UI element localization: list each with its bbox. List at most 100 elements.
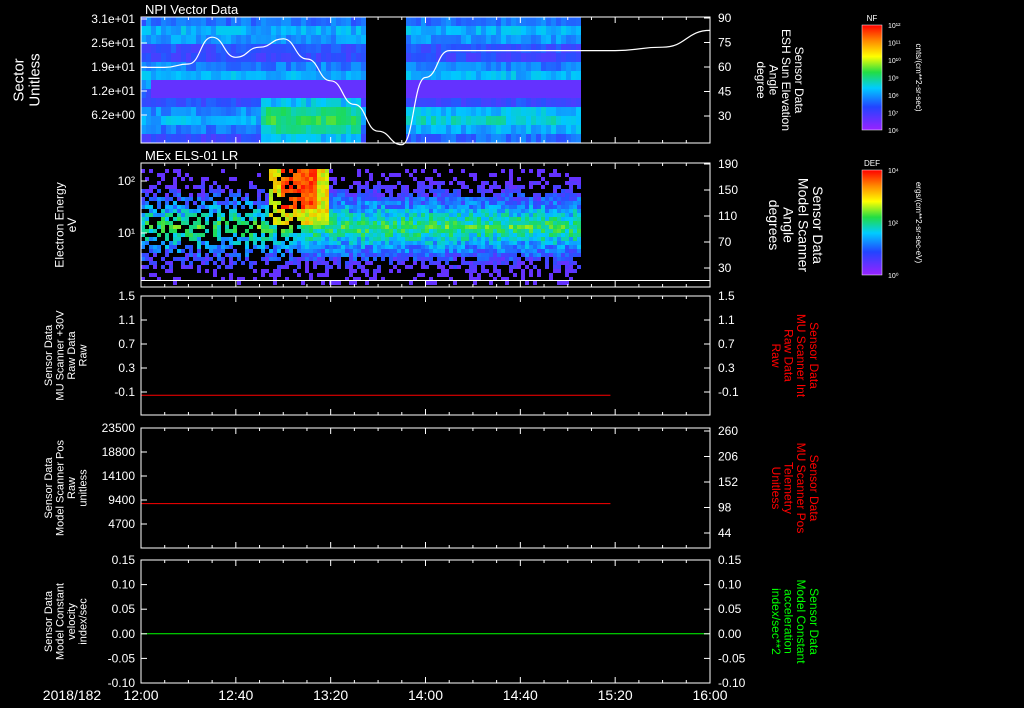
heat-cell (171, 80, 176, 90)
heat-cell (553, 185, 557, 189)
heat-cell (277, 249, 281, 253)
heat-cell (176, 44, 181, 54)
heat-cell (405, 265, 409, 269)
heat-cell (213, 205, 217, 209)
heat-cell (409, 245, 413, 249)
heat-cell (511, 89, 516, 99)
heat-cell (333, 193, 337, 197)
heat-cell (521, 35, 526, 45)
heat-cell (281, 62, 286, 72)
heat-cell (457, 221, 461, 225)
heat-cell (265, 225, 269, 229)
heat-cell (329, 229, 333, 233)
heat-cell (549, 201, 553, 205)
heat-cell (525, 249, 529, 253)
heat-cell (569, 257, 573, 261)
heat-cell (201, 98, 206, 108)
heat-cell (549, 273, 553, 277)
colorbar-tick-label: 10⁸ (888, 93, 899, 100)
heat-cell (305, 169, 309, 173)
heat-cell (537, 245, 541, 249)
heat-cell (433, 213, 437, 217)
heat-cell (271, 98, 276, 108)
heat-cell (209, 197, 213, 201)
heat-cell (451, 107, 456, 117)
heat-cell (321, 89, 326, 99)
heat-cell (181, 62, 186, 72)
heat-cell (369, 173, 373, 177)
heat-cell (316, 35, 321, 45)
heat-cell (353, 253, 357, 257)
heat-cell (401, 245, 405, 249)
heat-cell (471, 17, 476, 27)
heat-cell (465, 225, 469, 229)
heat-cell (331, 134, 336, 144)
heat-cell (536, 53, 541, 63)
heat-cell (321, 237, 325, 241)
heat-cell (277, 265, 281, 269)
heat-cell (431, 116, 436, 126)
heat-cell (556, 107, 561, 117)
heat-cell (426, 89, 431, 99)
heat-cell (196, 134, 201, 144)
heat-cell (565, 237, 569, 241)
heat-cell (525, 257, 529, 261)
heat-cell (373, 241, 377, 245)
heat-cell (557, 257, 561, 261)
heat-cell (425, 221, 429, 225)
heat-cell (533, 249, 537, 253)
heat-cell (289, 185, 293, 189)
heat-cell (311, 98, 316, 108)
heat-cell (431, 44, 436, 54)
heat-cell (249, 185, 253, 189)
heat-cell (409, 281, 413, 285)
heat-cell (569, 221, 573, 225)
heat-cell (181, 233, 185, 237)
heat-cell (221, 261, 225, 265)
heat-cell (373, 237, 377, 241)
heat-cell (289, 253, 293, 257)
heat-cell (349, 273, 353, 277)
heat-cell (345, 197, 349, 201)
heat-cell (321, 257, 325, 261)
heat-cell (425, 193, 429, 197)
heat-cell (445, 229, 449, 233)
heat-cell (401, 217, 405, 221)
heat-cell (356, 17, 361, 27)
heat-cell (369, 237, 373, 241)
heat-cell (229, 253, 233, 257)
heat-cell (273, 189, 277, 193)
heat-cell (417, 241, 421, 245)
heat-cell (377, 237, 381, 241)
heat-cell (445, 257, 449, 261)
heat-cell (351, 26, 356, 36)
heat-cell (221, 169, 225, 173)
heat-cell (569, 185, 573, 189)
heat-cell (266, 17, 271, 27)
heat-cell (317, 237, 321, 241)
heat-cell (506, 26, 511, 36)
heat-cell (501, 253, 505, 257)
heat-cell (521, 273, 525, 277)
heat-cell (566, 107, 571, 117)
heat-cell (296, 71, 301, 81)
heat-cell (481, 229, 485, 233)
heat-cell (456, 17, 461, 27)
heat-cell (526, 89, 531, 99)
heat-cell (317, 177, 321, 181)
heat-cell (501, 205, 505, 209)
heat-cell (329, 197, 333, 201)
heat-cell (365, 233, 369, 237)
heat-cell (573, 177, 577, 181)
heat-cell (201, 80, 206, 90)
heat-cell (237, 221, 241, 225)
heat-cell (573, 225, 577, 229)
heat-cell (456, 71, 461, 81)
heat-cell (241, 71, 246, 81)
heat-cell (466, 62, 471, 72)
heat-cell (257, 225, 261, 229)
heat-cell (229, 237, 233, 241)
heat-cell (253, 245, 257, 249)
heat-cell (461, 26, 466, 36)
heat-cell (566, 116, 571, 126)
